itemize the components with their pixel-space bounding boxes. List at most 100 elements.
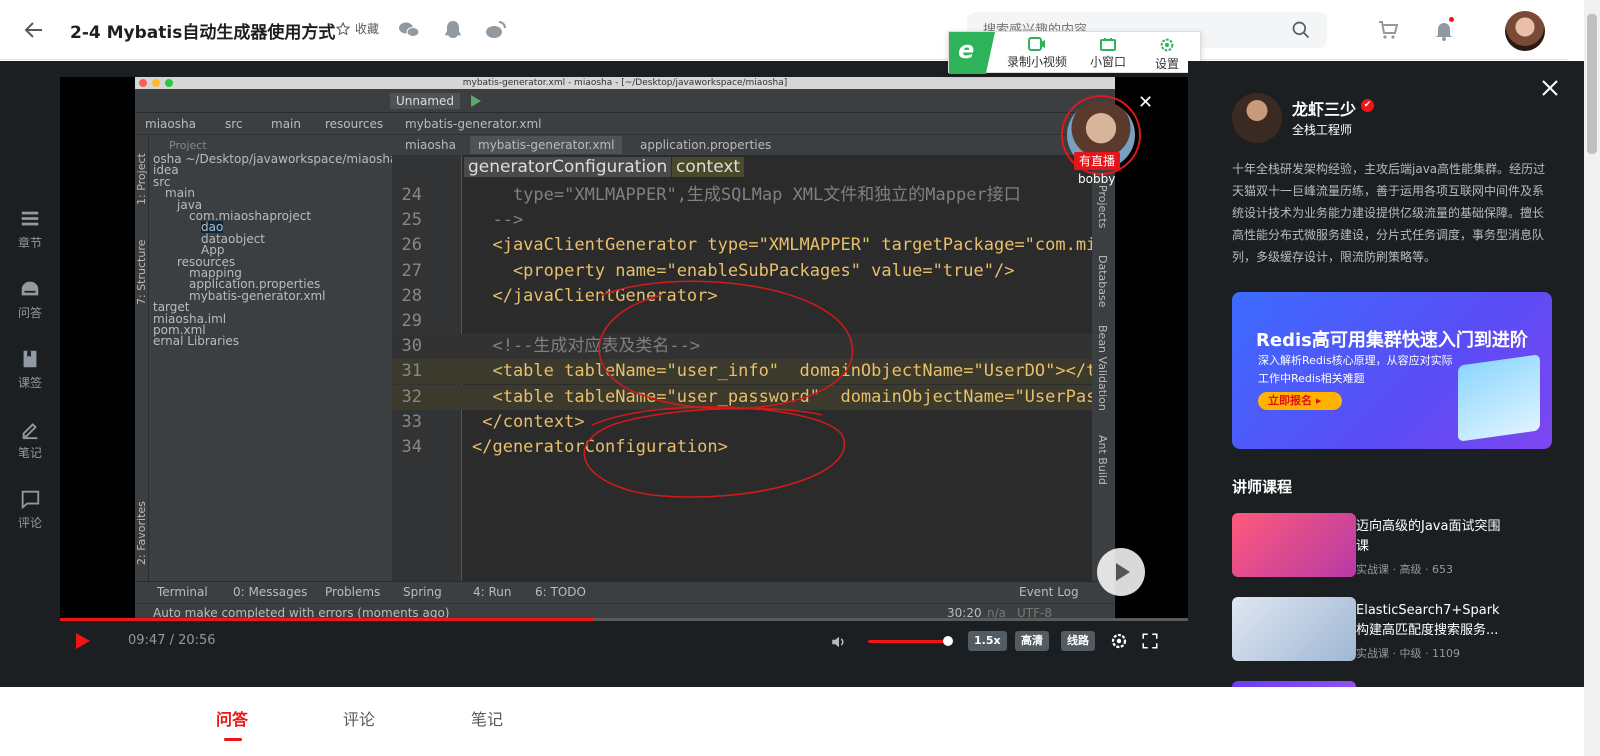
video-frame[interactable]: mybatis-generator.xml - miaosha - [~/Des… [60, 77, 1188, 626]
line-number: 32 [401, 386, 422, 407]
back-arrow-icon[interactable] [22, 18, 46, 42]
side-tab-favorites: 2: Favorites [135, 501, 148, 565]
weibo-icon[interactable] [484, 18, 508, 42]
close-panel-icon[interactable] [1540, 78, 1560, 98]
wechat-icon[interactable] [397, 18, 421, 42]
side-tab-ant-build: Ant Build [1096, 435, 1109, 485]
ide-screenshot: mybatis-generator.xml - miaosha - [~/Des… [135, 77, 1115, 626]
promo-banner[interactable]: Redis高可用集群快速入门到进阶 深入解析Redis核心原理，从容应对实际 工… [1232, 292, 1552, 449]
line-text: type="XMLMAPPER",生成SQLMap XML文件和独立的Mappe… [472, 185, 1021, 205]
crumb-context: context [672, 157, 745, 177]
code-line: 25 --> [392, 208, 1092, 233]
tool-problems: Problems [325, 585, 381, 599]
float-settings-label: 设置 [1154, 57, 1179, 71]
volume-knob[interactable] [943, 636, 953, 646]
nav-qa[interactable]: 问答 [0, 278, 60, 321]
active-tab-indicator [224, 738, 242, 741]
banner-signup-label: 立即报名 [1268, 394, 1312, 407]
nav-bookmark[interactable]: 课签 [0, 348, 60, 391]
nav-note[interactable]: 笔记 [0, 418, 60, 461]
star-icon [335, 21, 351, 35]
video-record-icon [1028, 37, 1045, 51]
live-badge: 有直播 [1074, 152, 1120, 170]
scrollbar-thumb[interactable] [1587, 14, 1597, 154]
float-settings-button[interactable]: 设置 [1147, 37, 1187, 72]
fullscreen-icon[interactable] [1141, 632, 1159, 650]
tab-qa[interactable]: 问答 [216, 706, 248, 730]
gear-icon[interactable] [1110, 632, 1128, 650]
line-number: 28 [401, 285, 422, 306]
teacher-bio: 十年全栈研发架构经验，主攻后端java高性能集群。经历过天猫双十一巨峰流量历练，… [1232, 162, 1546, 264]
record-video-button[interactable]: 录制小视频 [1003, 37, 1071, 70]
courses-heading: 讲师课程 [1232, 478, 1293, 496]
chapter-icon [21, 211, 39, 226]
float-logo: e [949, 32, 995, 74]
nav-chapter[interactable]: 章节 [0, 208, 60, 251]
teacher-avatar[interactable] [1232, 93, 1282, 143]
speed-button[interactable]: 1.5x [968, 631, 1007, 651]
line-text: --> [472, 210, 524, 231]
editor-tab-0: miaosha [405, 138, 456, 152]
ide-editor: generatorConfiguration context 24 type="… [392, 155, 1107, 581]
tool-run: 4: Run [473, 585, 512, 599]
play-button-icon[interactable] [72, 631, 92, 651]
nav-note-label: 笔记 [17, 446, 42, 460]
course-title: 迈向高级的Java面试突围课 [1356, 519, 1501, 554]
line-text: <javaClientGenerator type="XMLMAPPER" ta… [472, 235, 1107, 256]
ide-tool-windows: Terminal 0: Messages Problems Spring 4: … [135, 581, 1115, 603]
ide-project-panel: Project osha ~/Desktop/javaworkspace/mia… [149, 135, 397, 581]
course-item[interactable]: 迈向高级的Java面试突围课 实战课 · 高级 · 653 [1232, 513, 1562, 577]
course-item[interactable]: ElasticSearch7+Spark构建高匹配度搜索服务... 实战课 · … [1232, 597, 1562, 661]
tree-item: osha ~/Desktop/javaworkspace/miaosha [153, 152, 398, 166]
volume-icon[interactable] [830, 633, 848, 651]
qa-icon [21, 281, 39, 296]
banner-signup-button[interactable]: 立即报名 ▸ [1258, 392, 1342, 410]
volume-slider[interactable] [868, 640, 948, 643]
tab-note[interactable]: 笔记 [471, 706, 503, 730]
ide-right-strip: Projects Database Bean Validation Ant Bu… [1092, 135, 1115, 581]
player-controls: 09:47 / 20:56 1.5x 高清 线路 [60, 621, 1188, 661]
quality-button[interactable]: 高清 [1015, 631, 1049, 651]
nav-comment-label: 评论 [17, 516, 42, 530]
teacher-name[interactable]: 龙虾三少 [1292, 96, 1356, 120]
ide-breadcrumb: miaosha src main resources mybatis-gener… [135, 113, 1115, 135]
tool-spring: Spring [403, 585, 442, 599]
page-title: 2-4 Mybatis自动生成器使用方式 [70, 23, 336, 43]
search-icon[interactable] [1291, 20, 1311, 40]
line-number: 31 [401, 361, 422, 382]
user-avatar[interactable] [1505, 11, 1545, 51]
course-meta: 实战课 · 中级 · 1109 [1356, 647, 1460, 660]
bookmark-icon [23, 350, 37, 368]
banner-subtitle-2: 工作中Redis相关难题 [1258, 372, 1365, 385]
max-dot [165, 79, 173, 87]
crumb-1: src [225, 117, 243, 131]
editor-tab-2: application.properties [640, 138, 772, 152]
close-live-icon[interactable]: ✕ [1138, 92, 1153, 113]
crumb-generatorConfiguration: generatorConfiguration [464, 157, 672, 177]
cart-icon[interactable] [1376, 18, 1400, 42]
nav-comment[interactable]: 评论 [0, 488, 60, 531]
live-name: bobby [1078, 172, 1116, 186]
editor-tab-1: mybatis-generator.xml [470, 136, 623, 154]
mini-window-button[interactable]: 小窗口 [1083, 37, 1133, 70]
favorite-label: 收藏 [355, 22, 380, 36]
banner-title: Redis高可用集群快速入门到进阶 [1256, 330, 1528, 351]
tree-item: mybatis-generator.xml [189, 288, 326, 303]
line-number: 25 [401, 210, 422, 231]
tab-comment[interactable]: 评论 [343, 706, 375, 730]
ide-title-bar: mybatis-generator.xml - miaosha - [~/Des… [135, 77, 1115, 89]
code-line: 26 <javaClientGenerator type="XMLMAPPER"… [392, 233, 1107, 258]
qq-icon[interactable] [441, 18, 465, 42]
nav-qa-label: 问答 [17, 306, 42, 320]
crumb-4: mybatis-generator.xml [405, 117, 542, 131]
course-thumbnail [1232, 597, 1356, 661]
banner-illustration [1458, 354, 1540, 442]
tool-todo: 6: TODO [535, 585, 586, 599]
line-button[interactable]: 线路 [1061, 631, 1095, 651]
big-play-button[interactable] [1097, 548, 1145, 596]
favorite-button[interactable]: 收藏 [335, 20, 379, 37]
min-dot [152, 79, 160, 87]
tree-item: ernal Libraries [153, 334, 240, 349]
mini-window-label: 小窗口 [1089, 55, 1126, 69]
course-title: ElasticSearch7+Spark构建高匹配度搜索服务... [1356, 603, 1500, 638]
